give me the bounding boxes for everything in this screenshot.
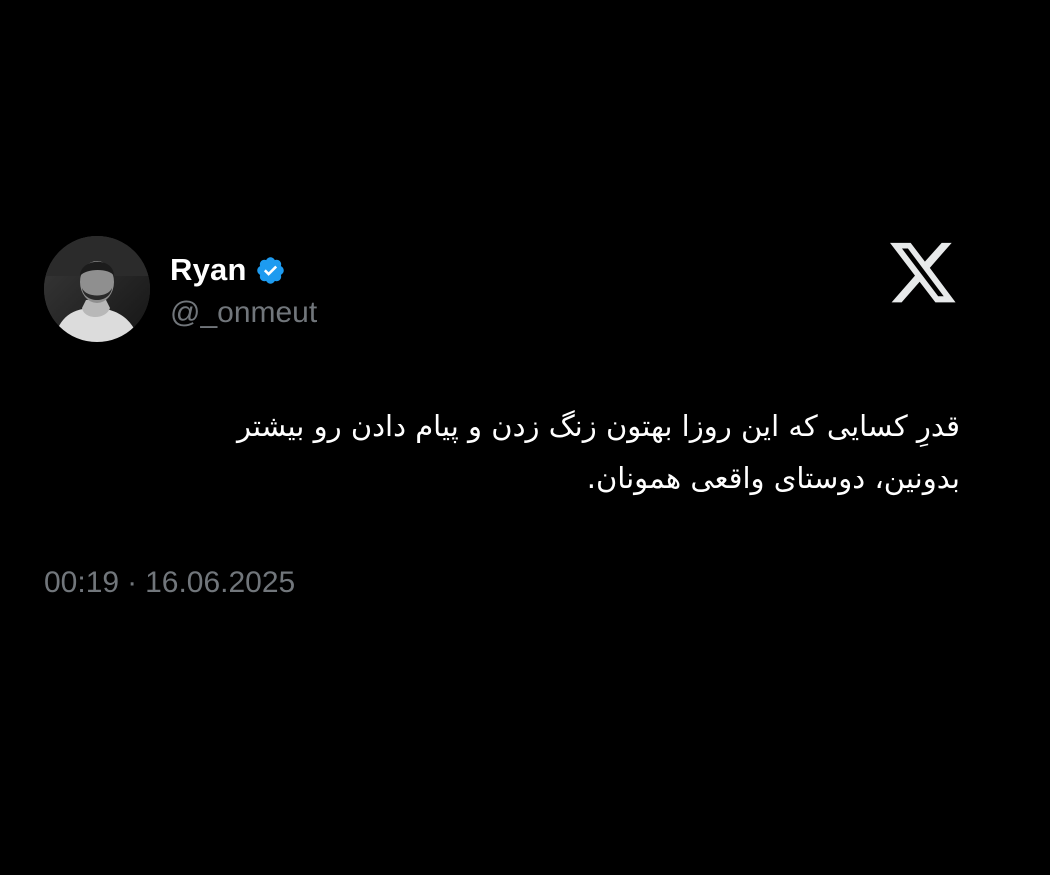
tweet-text: قدرِ کسایی که این روزا بهتون زنگ زدن و پ…	[60, 400, 960, 504]
verified-badge-icon	[256, 256, 284, 284]
tweet-time: 00:19	[44, 566, 120, 599]
tweet-text-line: قدرِ کسایی که این روزا بهتون زنگ زدن و پ…	[236, 409, 960, 443]
tweet-screenshot: Ryan @_onmeut قدرِ کسایی که این روزا بهت…	[0, 0, 1050, 875]
tweet-timestamp[interactable]: 00:19 · 16.06.2025	[44, 566, 295, 600]
display-name[interactable]: Ryan	[170, 252, 247, 288]
tweet-date: 16.06.2025	[145, 566, 296, 599]
avatar-photo-icon	[44, 236, 150, 342]
user-identity: Ryan @_onmeut	[170, 250, 317, 330]
x-logo-icon[interactable]	[890, 242, 958, 306]
name-row: Ryan	[170, 250, 317, 290]
timestamp-separator: ·	[127, 566, 138, 599]
tweet-header: Ryan @_onmeut	[44, 236, 974, 346]
tweet-text-line: بدونین، دوستای واقعی همونان.	[586, 461, 960, 496]
avatar[interactable]	[44, 236, 150, 342]
user-handle[interactable]: @_onmeut	[170, 296, 317, 330]
